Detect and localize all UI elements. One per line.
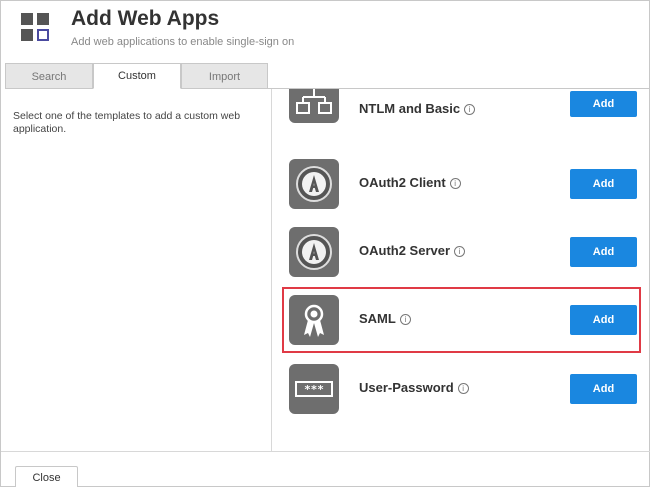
dialog-subtitle: Add web applications to enable single-si…: [71, 36, 295, 48]
add-web-apps-dialog: Add Web Apps Add web applications to ena…: [0, 0, 650, 487]
tab-content: Select one of the templates to add a cus…: [5, 88, 649, 451]
dialog-title: Add Web Apps: [71, 7, 220, 30]
tab-search[interactable]: Search: [5, 63, 93, 89]
template-row-oauth2-client: OAuth2 Client i Add: [272, 153, 649, 213]
template-row-ntlm: NTLM and Basic i Add: [272, 89, 649, 145]
network-icon: [289, 89, 339, 123]
template-row-user-password: *** User-Password i Add: [272, 358, 649, 418]
add-oauth2-server-button[interactable]: Add: [570, 237, 637, 267]
info-icon[interactable]: i: [449, 178, 461, 189]
tab-custom[interactable]: Custom: [93, 63, 181, 89]
password-field-icon: ***: [289, 364, 339, 414]
template-label: NTLM and Basic i: [359, 101, 476, 116]
template-label: SAML i: [359, 311, 411, 326]
add-user-password-button[interactable]: Add: [570, 374, 637, 404]
ribbon-award-icon: [289, 295, 339, 345]
password-mask-text: ***: [304, 383, 324, 396]
add-oauth2-client-button[interactable]: Add: [570, 169, 637, 199]
template-list[interactable]: NTLM and Basici Add OAuth2 Clienti Add: [272, 89, 649, 451]
instructions-pane: Select one of the templates to add a cus…: [5, 89, 272, 451]
grid-apps-icon: [21, 13, 51, 43]
tab-import[interactable]: Import: [181, 63, 268, 89]
tab-bar: Search Custom Import: [5, 63, 268, 89]
oauth-icon: [289, 159, 339, 209]
info-icon[interactable]: i: [399, 314, 411, 325]
oauth-icon: [289, 227, 339, 277]
template-row-saml: SAML i Add: [272, 289, 649, 349]
info-icon[interactable]: i: [454, 246, 466, 257]
footer-divider: [1, 451, 650, 452]
close-button[interactable]: Close: [15, 466, 78, 487]
instructions-text: Select one of the templates to add a cus…: [13, 110, 241, 135]
template-label: OAuth2 Server i: [359, 243, 466, 258]
template-row-oauth2-server: OAuth2 Server i Add: [272, 221, 649, 281]
info-icon[interactable]: i: [457, 383, 469, 394]
info-icon[interactable]: i: [464, 104, 476, 115]
add-ntlm-button[interactable]: Add: [570, 91, 637, 117]
add-saml-button[interactable]: Add: [570, 305, 637, 335]
template-label: OAuth2 Client i: [359, 175, 461, 190]
template-label: User-Password i: [359, 380, 469, 395]
